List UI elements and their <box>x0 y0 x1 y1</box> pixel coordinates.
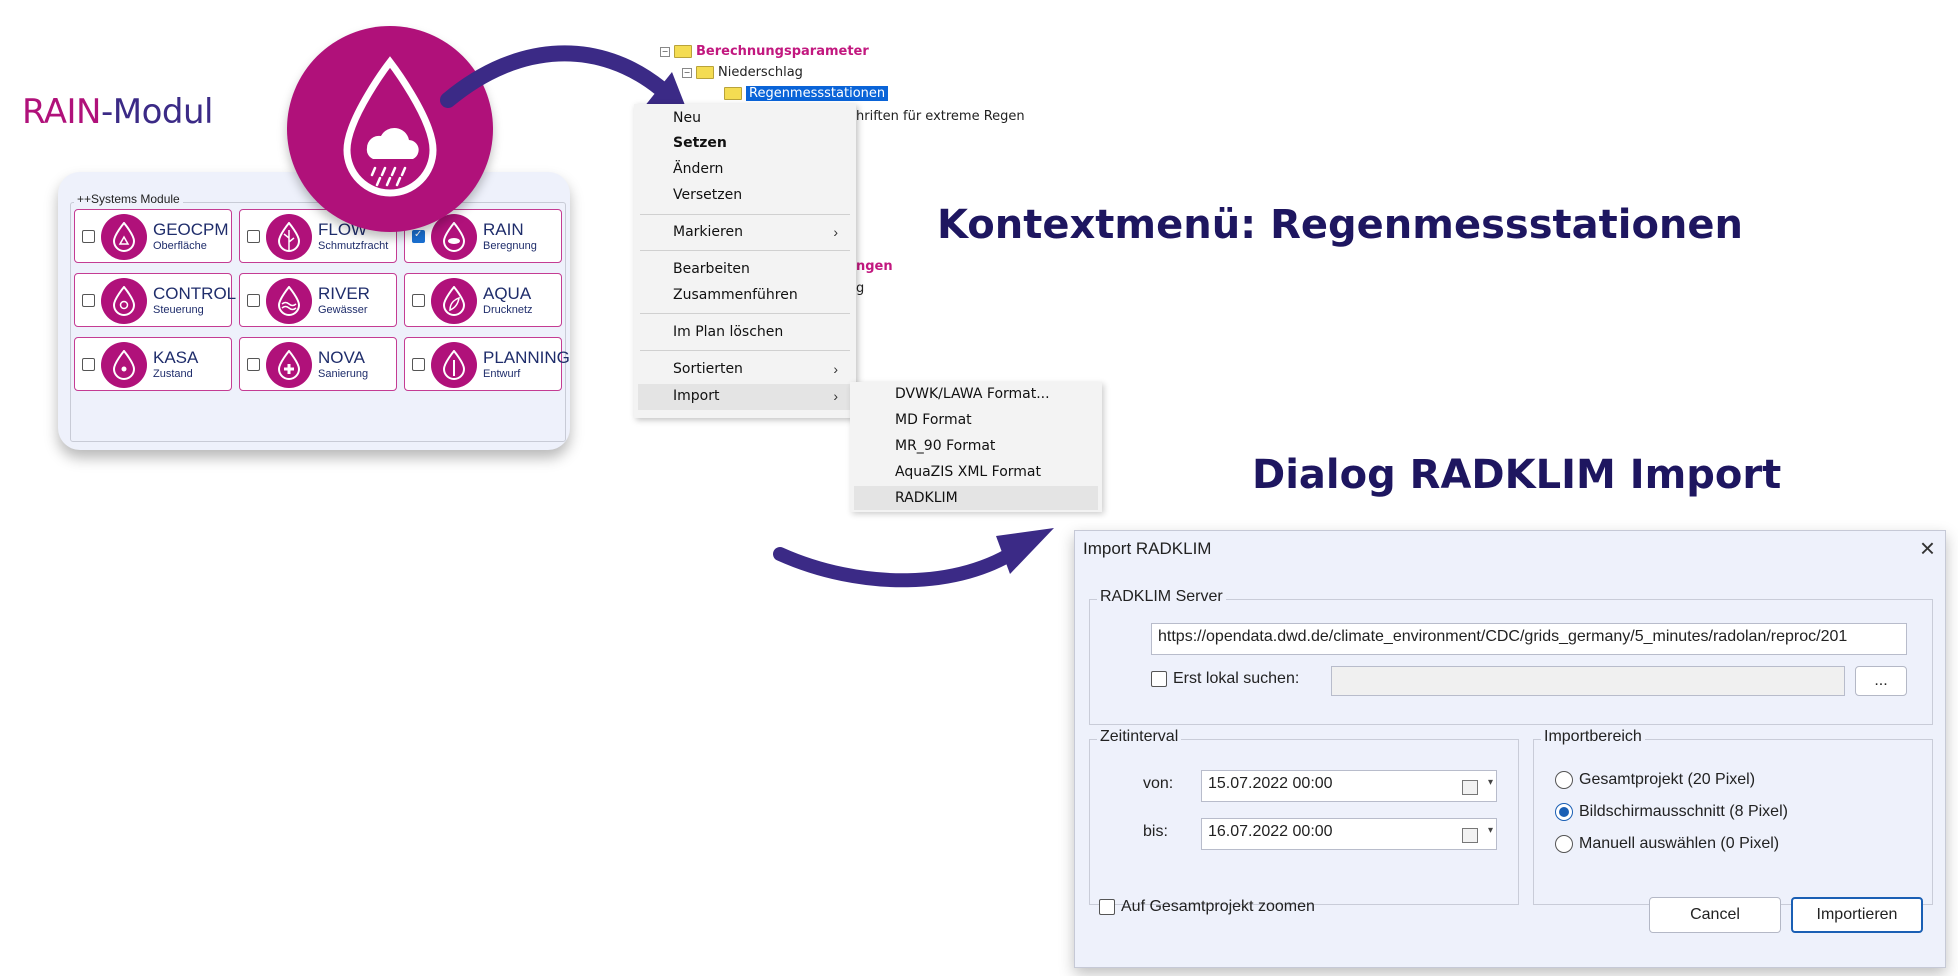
tree-item-berechnungsparameter[interactable]: − Berechnungsparameter <box>660 44 869 59</box>
local-search-label: Erst lokal suchen: <box>1173 670 1300 687</box>
chevron-down-icon[interactable]: ▾ <box>1488 825 1493 836</box>
context-menu: Neu Setzen Ändern Versetzen Markieren › … <box>634 104 856 418</box>
server-url-input[interactable]: https://opendata.dwd.de/climate_environm… <box>1151 623 1907 655</box>
cancel-button[interactable]: Cancel <box>1649 897 1781 933</box>
folder-icon <box>674 45 692 58</box>
tree-item-partial: hriften für extreme Regen <box>856 109 1025 124</box>
menu-separator <box>640 214 850 215</box>
submenu-item-mr90[interactable]: MR_90 Format <box>895 438 995 454</box>
menu-item-markieren[interactable]: Markieren <box>673 224 743 240</box>
time-legend: Zeitinterval <box>1097 728 1182 746</box>
menu-item-im-plan-loeschen[interactable]: Im Plan löschen <box>673 324 783 340</box>
server-group <box>1089 599 1933 725</box>
menu-separator <box>640 350 850 351</box>
import-radklim-dialog: Import RADKLIM × RADKLIM Server https://… <box>1074 530 1946 968</box>
collapse-icon[interactable]: − <box>660 46 670 57</box>
menu-item-import[interactable]: Import <box>673 388 719 404</box>
submenu-item-aquazis[interactable]: AquaZIS XML Format <box>895 464 1041 480</box>
menu-item-aendern[interactable]: Ändern <box>673 161 723 177</box>
dialog-title: Import RADKLIM <box>1083 539 1212 558</box>
calendar-icon[interactable] <box>1462 780 1478 795</box>
folder-icon <box>696 66 714 79</box>
from-date-input[interactable]: 15.07.2022 00:00 ▾ <box>1201 770 1497 802</box>
menu-item-zusammenfuehren[interactable]: Zusammenführen <box>673 287 798 303</box>
heading-context-menu: Kontextmenü: Regenmessstationen <box>937 202 1744 248</box>
radio-manuell[interactable] <box>1555 835 1573 853</box>
radio-label: Manuell auswählen (0 Pixel) <box>1579 835 1780 852</box>
radio-label: Bildschirmausschnitt (8 Pixel) <box>1579 803 1788 820</box>
folder-icon <box>724 87 742 100</box>
menu-item-setzen[interactable]: Setzen <box>673 135 727 151</box>
submenu-item-radklim[interactable]: RADKLIM <box>895 490 958 506</box>
menu-item-neu[interactable]: Neu <box>673 110 701 126</box>
radio-bildschirmausschnitt[interactable] <box>1555 803 1573 821</box>
menu-item-versetzen[interactable]: Versetzen <box>673 187 742 203</box>
import-button[interactable]: Importieren <box>1791 897 1923 933</box>
tree-item-niederschlag[interactable]: − Niederschlag <box>682 65 803 80</box>
import-area-legend: Importbereich <box>1541 728 1645 746</box>
from-label: von: <box>1143 775 1174 792</box>
chevron-right-icon: › <box>833 224 838 240</box>
zoom-checkbox[interactable] <box>1099 899 1115 915</box>
import-submenu: DVWK/LAWA Format... MD Format MR_90 Form… <box>850 382 1102 512</box>
browse-button[interactable]: ... <box>1855 666 1907 696</box>
calendar-icon[interactable] <box>1462 828 1478 843</box>
close-icon[interactable]: × <box>1920 533 1935 564</box>
local-path-input[interactable] <box>1331 666 1845 696</box>
import-area-group <box>1533 739 1933 905</box>
menu-separator <box>640 250 850 251</box>
tree-item-partial: g <box>856 281 865 296</box>
submenu-item-dvwk[interactable]: DVWK/LAWA Format... <box>895 386 1050 402</box>
tree-item-partial: ngen <box>856 259 893 274</box>
tree-item-regenmessstationen[interactable]: Regenmessstationen <box>724 86 889 101</box>
radio-gesamtprojekt[interactable] <box>1555 771 1573 789</box>
chevron-right-icon: › <box>833 388 838 404</box>
import-highlight <box>638 384 852 410</box>
zoom-label: Auf Gesamtprojekt zoomen <box>1121 898 1315 915</box>
radklim-highlight <box>854 486 1098 510</box>
radio-label: Gesamtprojekt (20 Pixel) <box>1579 771 1756 788</box>
server-legend: RADKLIM Server <box>1097 588 1226 606</box>
chevron-right-icon: › <box>833 361 838 377</box>
to-label: bis: <box>1143 823 1168 840</box>
menu-item-bearbeiten[interactable]: Bearbeiten <box>673 261 750 277</box>
heading-dialog: Dialog RADKLIM Import <box>1252 452 1782 498</box>
menu-item-sortierten[interactable]: Sortierten <box>673 361 743 377</box>
collapse-icon[interactable]: − <box>682 67 692 78</box>
local-search-checkbox[interactable] <box>1151 671 1167 687</box>
chevron-down-icon[interactable]: ▾ <box>1488 777 1493 788</box>
submenu-item-md[interactable]: MD Format <box>895 412 972 428</box>
to-date-input[interactable]: 16.07.2022 00:00 ▾ <box>1201 818 1497 850</box>
menu-separator <box>640 313 850 314</box>
